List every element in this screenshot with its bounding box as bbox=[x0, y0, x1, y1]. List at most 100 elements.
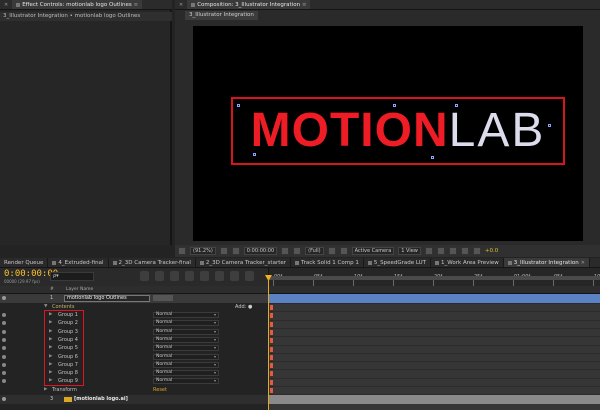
eye-icon[interactable] bbox=[2, 362, 6, 367]
timeline-track-area[interactable] bbox=[268, 294, 600, 410]
blend-mode-select[interactable]: Normal bbox=[153, 378, 219, 385]
panel-menu-icon[interactable]: ≡ bbox=[134, 2, 138, 8]
fast-preview-icon[interactable] bbox=[436, 247, 445, 255]
keyframe-marker[interactable] bbox=[270, 379, 273, 385]
layer-switches[interactable] bbox=[153, 295, 173, 301]
draft-3d-icon[interactable] bbox=[155, 271, 164, 281]
shy-icon[interactable] bbox=[170, 271, 179, 281]
motion-blur-icon[interactable] bbox=[200, 271, 209, 281]
channel-icon[interactable] bbox=[293, 247, 302, 255]
composition-subtab[interactable]: 3_Illustrator Integration bbox=[185, 11, 258, 20]
eye-icon[interactable] bbox=[2, 321, 6, 326]
magnification-select[interactable]: (91.2%) bbox=[190, 247, 216, 255]
keyframe-marker[interactable] bbox=[270, 371, 273, 377]
eye-icon[interactable] bbox=[2, 379, 6, 384]
close-icon[interactable]: ✕ bbox=[179, 2, 183, 8]
blend-mode-select[interactable]: Normal bbox=[153, 320, 219, 327]
composition-viewer[interactable]: MOTION LAB bbox=[193, 26, 583, 241]
graph-editor-icon[interactable] bbox=[245, 271, 254, 281]
snapshot-icon[interactable] bbox=[281, 247, 290, 255]
tab-composition[interactable]: Composition: 3_Illustrator Integration ≡ bbox=[187, 0, 311, 9]
blend-mode-select[interactable]: Normal bbox=[153, 370, 219, 377]
anchor-vertex[interactable] bbox=[237, 104, 240, 107]
brainstorm-icon[interactable] bbox=[215, 271, 224, 281]
resolution-select[interactable]: (Full) bbox=[305, 247, 324, 255]
add-content-button[interactable]: Add: ● bbox=[235, 304, 252, 310]
blend-mode-select[interactable]: Normal bbox=[153, 345, 219, 352]
mask-visibility-icon[interactable] bbox=[231, 247, 240, 255]
tab-project[interactable]: ✕ bbox=[0, 0, 12, 9]
anchor-vertex[interactable] bbox=[455, 104, 458, 107]
eye-icon[interactable] bbox=[2, 397, 6, 401]
keyframe-marker[interactable] bbox=[270, 346, 273, 352]
keyframe-marker[interactable] bbox=[270, 388, 273, 393]
comp-mini-flowchart-icon[interactable] bbox=[140, 271, 149, 281]
keyframe-marker[interactable] bbox=[270, 354, 273, 360]
camera-select[interactable]: Active Camera bbox=[351, 247, 395, 255]
group-row[interactable]: ▶ Group 9 Normal bbox=[0, 377, 268, 385]
eye-icon[interactable] bbox=[2, 337, 6, 342]
keyframe-marker[interactable] bbox=[270, 329, 273, 335]
view-layout-select[interactable]: 1 View bbox=[398, 247, 421, 255]
keyframe-marker[interactable] bbox=[270, 313, 273, 319]
exposure-value[interactable]: +0.0 bbox=[485, 248, 498, 254]
layer-row[interactable]: 1 motionlab logo Outlines bbox=[0, 294, 268, 303]
anchor-vertex[interactable] bbox=[548, 124, 551, 127]
tab-effect-controls[interactable]: Effect Controls: motionlab logo Outlines… bbox=[12, 0, 142, 9]
layer-name-header[interactable]: Layer Name bbox=[66, 287, 93, 292]
group-row[interactable]: ▶ Group 2 Normal bbox=[0, 319, 268, 327]
tab-2-camera-tracker-final[interactable]: 2_3D Camera Tracker-final bbox=[109, 258, 196, 267]
tab-2-camera-tracker-starter[interactable]: 2_3D Camera Tracker_starter bbox=[196, 258, 292, 267]
contents-row[interactable]: ▼ Contents bbox=[0, 303, 268, 311]
tab-5-speedgrade[interactable]: 5_SpeedGrade LUT bbox=[364, 258, 432, 267]
tab-render-queue[interactable]: Render Queue bbox=[0, 258, 49, 267]
panel-menu-icon[interactable]: ≡ bbox=[302, 2, 306, 8]
timeline-icon[interactable] bbox=[448, 247, 457, 255]
exposure-icon[interactable] bbox=[472, 247, 481, 255]
layer-name-field[interactable]: motionlab logo Outlines bbox=[64, 295, 150, 302]
tab-1-work-area[interactable]: 1_Work Area Preview bbox=[431, 258, 504, 267]
grid-icon[interactable] bbox=[219, 247, 228, 255]
blend-mode-select[interactable]: Normal bbox=[153, 336, 219, 343]
viewer-timecode[interactable]: 0:00:00:00 bbox=[243, 247, 278, 255]
group-row[interactable]: ▶ Group 6 Normal bbox=[0, 353, 268, 361]
eye-icon[interactable] bbox=[2, 329, 6, 334]
blend-mode-select[interactable]: Normal bbox=[153, 361, 219, 368]
work-area-bar[interactable] bbox=[268, 276, 600, 280]
tab-3-illustrator[interactable]: 3_Illustrator Integration ✕ bbox=[503, 258, 590, 267]
keyframe-marker[interactable] bbox=[270, 321, 273, 327]
transform-row[interactable]: ▶ Transform bbox=[0, 386, 268, 394]
tab-close[interactable]: ✕ bbox=[175, 0, 187, 9]
transparency-grid-icon[interactable] bbox=[339, 247, 348, 255]
flowchart-icon[interactable] bbox=[460, 247, 469, 255]
blend-mode-select[interactable]: Normal bbox=[153, 328, 219, 335]
keyframe-marker[interactable] bbox=[270, 363, 273, 369]
layer-duration-bar[interactable] bbox=[269, 294, 600, 303]
anchor-vertex[interactable] bbox=[393, 104, 396, 107]
layer-row[interactable]: 3 [motionlab logo.ai] bbox=[0, 395, 268, 404]
frame-blending-icon[interactable] bbox=[185, 271, 194, 281]
group-row[interactable]: ▶ Group 1 Normal bbox=[0, 311, 268, 319]
pixel-aspect-icon[interactable] bbox=[424, 247, 433, 255]
tab-4-extruded[interactable]: 4_Extruded-final bbox=[48, 258, 109, 267]
group-row[interactable]: ▶ Group 7 Normal bbox=[0, 361, 268, 369]
expand-triangle-icon[interactable]: ▶ bbox=[44, 387, 47, 392]
always-preview-icon[interactable] bbox=[178, 247, 186, 255]
anchor-vertex[interactable] bbox=[253, 153, 256, 156]
close-icon[interactable]: ✕ bbox=[581, 260, 585, 266]
close-icon[interactable]: ✕ bbox=[4, 2, 8, 8]
eye-icon[interactable] bbox=[2, 354, 6, 359]
group-row[interactable]: ▶ Group 8 Normal bbox=[0, 369, 268, 377]
region-of-interest-icon[interactable] bbox=[327, 247, 336, 255]
blend-mode-select[interactable]: Normal bbox=[153, 312, 219, 318]
current-time-indicator[interactable] bbox=[268, 278, 269, 410]
blend-mode-select[interactable]: Normal bbox=[153, 353, 219, 360]
keyframe-marker[interactable] bbox=[270, 305, 273, 310]
layer-duration-bar[interactable] bbox=[269, 395, 600, 404]
eye-icon[interactable] bbox=[2, 346, 6, 351]
tab-track-solid[interactable]: Track Solid 1 Comp 1 bbox=[291, 258, 364, 267]
reset-button[interactable]: Reset bbox=[153, 387, 167, 393]
group-row[interactable]: ▶ Group 4 Normal bbox=[0, 336, 268, 344]
auto-keyframe-icon[interactable] bbox=[230, 271, 239, 281]
eye-icon[interactable] bbox=[2, 313, 6, 317]
